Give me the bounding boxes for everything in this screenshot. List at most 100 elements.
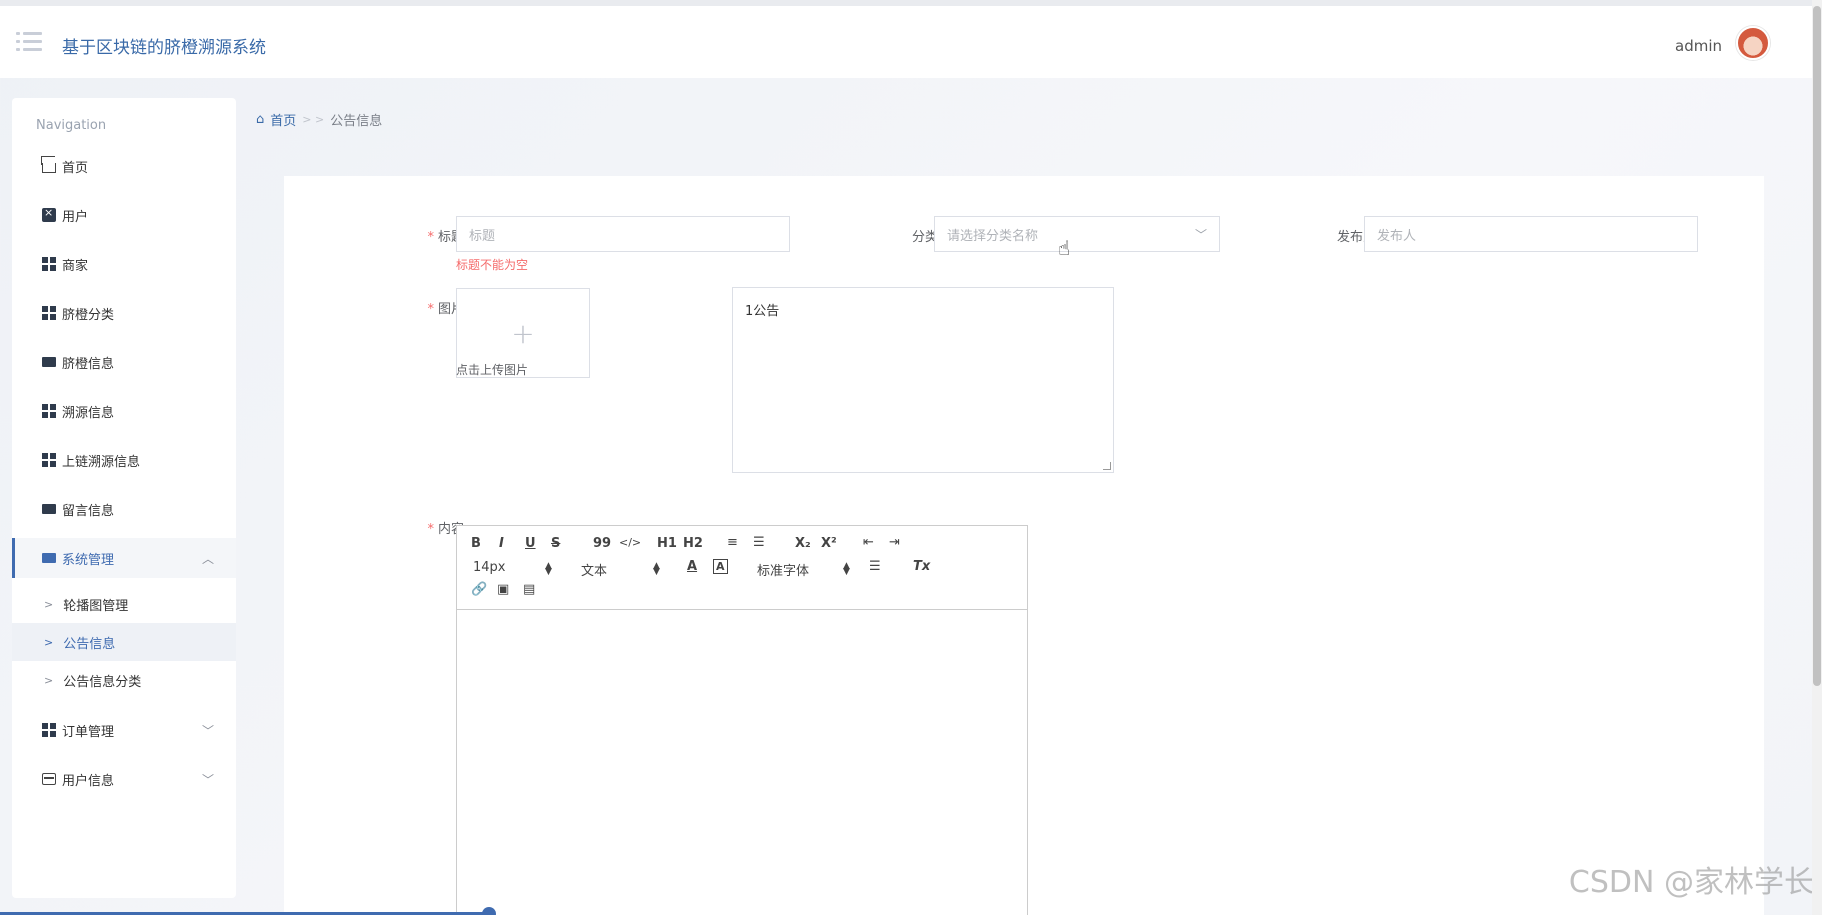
category-select[interactable]: 请选择分类名称 ﹀ <box>934 216 1220 252</box>
form-panel: *标题 标题 标题不能为空 分类名称 请选择分类名称 ﹀ 发布人 发布人 *图片… <box>284 176 1764 915</box>
scrollbar-thumb[interactable] <box>1813 6 1821 686</box>
sidebar-item-label: 脐橙信息 <box>62 356 115 372</box>
monitor-icon <box>42 504 56 514</box>
title-input[interactable]: 标题 <box>456 216 790 252</box>
updown-icon: ▲ ▼ <box>653 561 660 577</box>
chevron-right-icon: > <box>44 673 54 687</box>
sidebar-item-system[interactable]: 系统管理 ︿ <box>12 538 236 578</box>
nav-heading: Navigation <box>36 118 107 133</box>
breadcrumb-home[interactable]: 首页 <box>270 110 296 129</box>
user-name[interactable]: admin <box>1675 37 1722 55</box>
bullet-list-icon[interactable]: ☰ <box>753 535 765 550</box>
content-label: * 内容 <box>427 522 464 537</box>
sidebar-item-label: 溯源信息 <box>62 405 115 421</box>
scrollbar[interactable] <box>1812 0 1822 915</box>
video-icon[interactable]: ▤ <box>523 582 535 597</box>
sidebar-item-merchants[interactable]: 商家 <box>12 244 236 284</box>
upload-tip: 点击上传图片 <box>456 363 529 377</box>
sub-item-label: 公告信息 <box>63 636 116 652</box>
chevron-up-icon: ︿ <box>201 551 214 566</box>
title-label: * 标题 <box>427 230 464 245</box>
sidebar-item-orange-category[interactable]: 脐橙分类 <box>12 293 236 333</box>
sidebar-item-label: 系统管理 <box>62 552 115 568</box>
ordered-list-icon[interactable]: ≡ <box>727 535 738 550</box>
card-icon <box>42 773 56 785</box>
chevron-right-icon: > <box>44 635 54 649</box>
rich-text-editor: B I U S 99 </> H1 H2 ≡ ☰ X₂ X² ⇤ ⇥ 14px … <box>456 525 1028 915</box>
sub-item-announcement[interactable]: > 公告信息 <box>12 623 236 661</box>
grid-icon <box>42 257 56 271</box>
sidebar-item-label: 订单管理 <box>62 724 115 740</box>
subscript-button[interactable]: X₂ <box>795 536 811 551</box>
grid-icon <box>42 404 56 418</box>
outdent-icon[interactable]: ⇤ <box>863 535 874 550</box>
code-button[interactable]: </> <box>619 536 641 549</box>
editor-body[interactable] <box>457 610 1027 915</box>
publisher-input[interactable]: 发布人 <box>1364 216 1698 252</box>
breadcrumb-home-icon: ⌂ <box>256 112 265 127</box>
image-icon[interactable]: ▣ <box>497 582 509 597</box>
h2-button[interactable]: H2 <box>683 536 703 551</box>
bold-button[interactable]: B <box>471 536 481 551</box>
grid-icon <box>42 306 56 320</box>
grid-icon <box>42 453 56 467</box>
updown-icon: ▲ ▼ <box>545 561 552 577</box>
sidebar-item-trace-info[interactable]: 溯源信息 <box>12 391 236 431</box>
sidebar-item-label: 用户信息 <box>62 773 115 789</box>
sidebar-item-chain-trace[interactable]: 上链溯源信息 <box>12 440 236 480</box>
home-icon <box>42 163 56 173</box>
menu-toggle-icon[interactable] <box>16 32 42 54</box>
sidebar-item-label: 商家 <box>62 258 89 274</box>
image-label: * 图片 <box>427 302 464 317</box>
underline-button[interactable]: U <box>525 536 536 551</box>
sidebar-item-home[interactable]: 首页 <box>12 146 236 186</box>
sidebar-item-users[interactable]: 用户 <box>12 195 236 235</box>
font-size-select[interactable]: 14px ▲ ▼ <box>473 560 553 577</box>
sub-item-carousel[interactable]: > 轮播图管理 <box>12 585 236 623</box>
indent-icon[interactable]: ⇥ <box>889 535 900 550</box>
sidebar-item-label: 用户 <box>62 209 89 225</box>
chevron-down-icon: ﹀ <box>201 723 214 738</box>
sidebar-item-user-info[interactable]: 用户信息 ﹀ <box>12 759 236 799</box>
updown-icon: ▲ ▼ <box>843 561 850 577</box>
pointer-cursor-icon: ☝ <box>1058 236 1071 260</box>
italic-button[interactable]: I <box>499 536 504 551</box>
grid-icon <box>42 723 56 737</box>
sidebar-item-orders[interactable]: 订单管理 ﹀ <box>12 710 236 750</box>
intro-textarea[interactable]: 1公告 <box>732 287 1114 473</box>
resize-grip-icon[interactable] <box>1103 462 1111 470</box>
text-type-select[interactable]: 文本 ▲ ▼ <box>581 560 661 580</box>
background-color-button[interactable]: A <box>713 559 728 574</box>
sidebar-item-messages[interactable]: 留言信息 <box>12 489 236 529</box>
h1-button[interactable]: H1 <box>657 536 677 551</box>
plus-icon: + <box>511 316 535 350</box>
link-icon[interactable]: 🔗 <box>471 582 487 597</box>
strike-button[interactable]: S <box>551 536 560 551</box>
top-bar: 基于区块链的脐橙溯源系统 admin <box>0 0 1812 78</box>
sidebar-item-label: 上链溯源信息 <box>62 454 141 470</box>
sidebar-item-label: 留言信息 <box>62 503 115 519</box>
sub-item-label: 公告信息分类 <box>63 674 142 690</box>
font-family-select[interactable]: 标准字体 ▲ ▼ <box>757 560 850 580</box>
avatar[interactable] <box>1736 26 1770 60</box>
sidebar-item-orange-info[interactable]: 脐橙信息 <box>12 342 236 382</box>
sidebar-item-label: 脐橙分类 <box>62 307 115 323</box>
breadcrumb-separator: > > <box>302 113 325 126</box>
title-error: 标题不能为空 <box>456 258 529 272</box>
breadcrumb: ⌂ 首页 > > 公告信息 <box>256 110 382 129</box>
sub-item-announcement-category[interactable]: > 公告信息分类 <box>12 661 236 699</box>
editor-toolbar: B I U S 99 </> H1 H2 ≡ ☰ X₂ X² ⇤ ⇥ 14px … <box>457 526 1027 610</box>
text-color-button[interactable]: A <box>687 559 697 574</box>
sidebar: Navigation 首页 用户 商家 脐橙分类 脐橙信息 溯源信息 上链溯源信… <box>12 98 236 898</box>
app-title: 基于区块链的脐橙溯源系统 <box>62 38 266 58</box>
chevron-down-icon: ﹀ <box>201 772 214 787</box>
align-icon[interactable]: ☰ <box>869 559 881 574</box>
chevron-down-icon: ﹀ <box>1194 228 1207 242</box>
quote-button[interactable]: 99 <box>593 536 611 551</box>
chevron-right-icon: > <box>44 597 54 611</box>
monitor-icon <box>42 357 56 367</box>
sidebar-item-label: 首页 <box>62 160 89 176</box>
superscript-button[interactable]: X² <box>821 536 837 551</box>
clear-format-button[interactable]: Tx <box>913 559 930 574</box>
breadcrumb-current: 公告信息 <box>330 114 383 129</box>
